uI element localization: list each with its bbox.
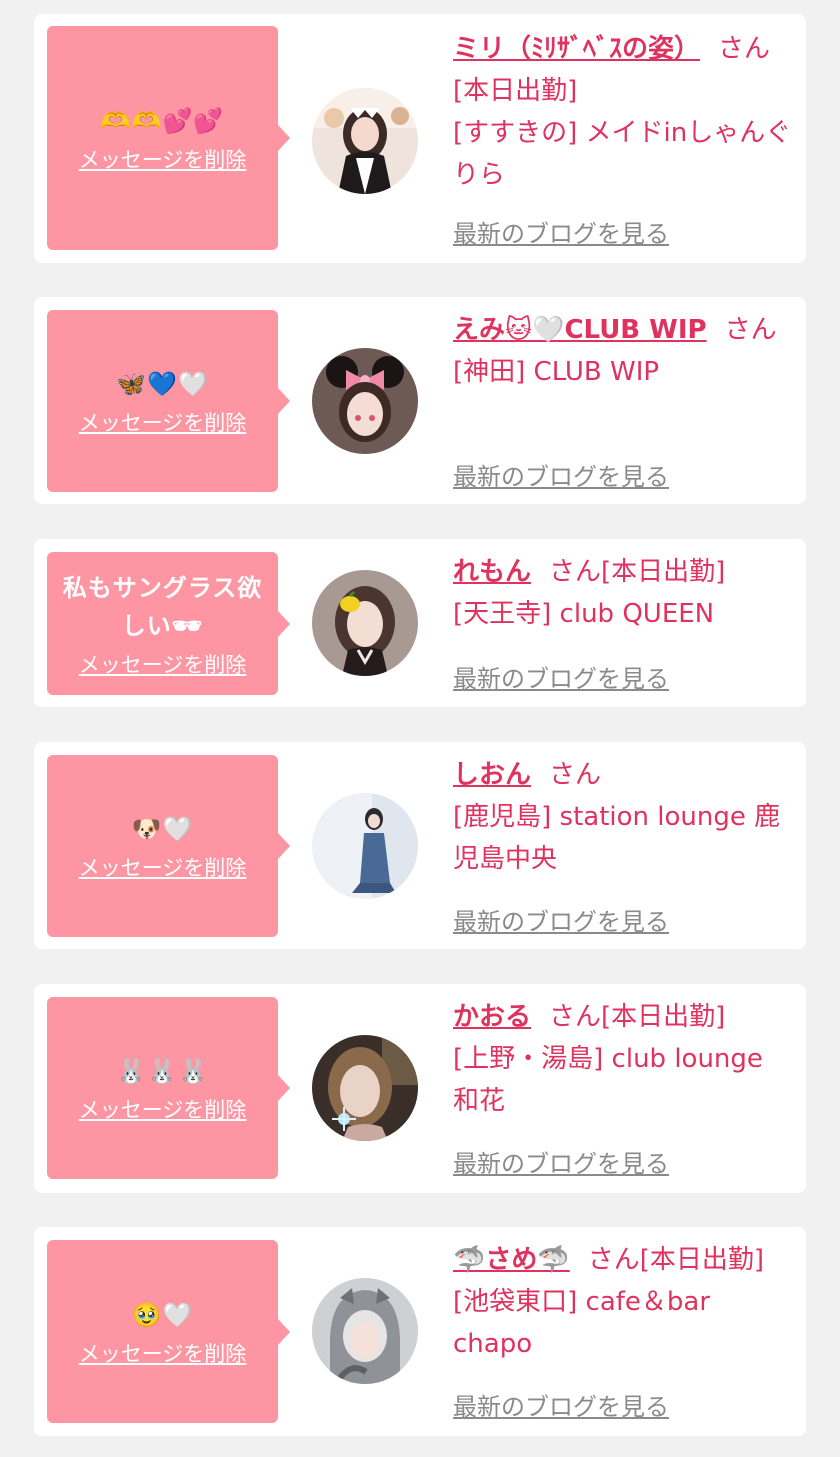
profile-info: かおる さん[本日出勤] [上野・湯島] club lounge 和花	[453, 996, 796, 1122]
profile-name-link[interactable]: えみ🐱🤍CLUB WIP	[453, 315, 707, 345]
message-text: 🦋💙🤍	[116, 370, 209, 398]
delete-message-link[interactable]: メッセージを削除	[79, 407, 247, 437]
message-bubble: 🐶🤍 メッセージを削除	[47, 755, 290, 937]
message-text: 🥹🤍	[131, 1300, 194, 1329]
maid-portrait-icon	[312, 88, 418, 194]
profile-name-link[interactable]: 🦈さめ🦈	[453, 1245, 570, 1275]
message-bubble: 🐰🐰🐰 メッセージを削除	[47, 997, 290, 1179]
favorites-list: 🫶🫶💕💕 メッセージを削除 ミリ（ﾐﾘｻﾞﾍﾞｽの姿） さん[本日出勤] [すすき…	[0, 0, 840, 1457]
dress-portrait-icon	[312, 793, 418, 899]
message-bubble: 🥹🤍 メッセージを削除	[47, 1240, 290, 1423]
message-text: 🫶🫶💕💕	[100, 107, 225, 135]
message-text: 私もサングラス欲しい🕶	[62, 573, 263, 640]
delete-message-link[interactable]: メッセージを削除	[79, 649, 247, 679]
profile-info: えみ🐱🤍CLUB WIP さん [神田] CLUB WIP	[453, 309, 796, 393]
message-text: 🐶🤍	[131, 815, 194, 843]
list-item: 🥹🤍 メッセージを削除 🦈さめ🦈 さん[本日出勤] [池袋東口] cafe＆bar…	[34, 1227, 806, 1436]
delete-message-link[interactable]: メッセージを削除	[79, 852, 247, 882]
honorific-status: さん	[549, 760, 602, 790]
message-bubble: 🫶🫶💕💕 メッセージを削除	[47, 26, 290, 250]
list-item: 🐰🐰🐰 メッセージを削除 かおる さん[本日出勤] [上野・湯島] club lo…	[34, 984, 806, 1193]
list-item: 🫶🫶💕💕 メッセージを削除 ミリ（ﾐﾘｻﾞﾍﾞｽの姿） さん[本日出勤] [すすき…	[34, 14, 806, 263]
latest-blog-link[interactable]: 最新のブログを見る	[453, 659, 669, 694]
delete-message-link[interactable]: メッセージを削除	[79, 1094, 247, 1124]
avatar[interactable]	[312, 1035, 418, 1141]
list-item: 🐶🤍 メッセージを削除 しおん さん [鹿児島] station lounge 鹿…	[34, 742, 806, 949]
shop-info: [天王寺] club QUEEN	[453, 599, 715, 629]
profile-info: れもん さん[本日出勤] [天王寺] club QUEEN	[453, 551, 796, 635]
night-portrait-icon	[312, 1035, 418, 1141]
message-bubble: 🦋💙🤍 メッセージを削除	[47, 310, 290, 492]
honorific-status: さん[本日出勤]	[549, 557, 726, 587]
latest-blog-link[interactable]: 最新のブログを見る	[453, 1144, 669, 1179]
avatar[interactable]	[312, 793, 418, 899]
profile-name-link[interactable]: しおん	[453, 760, 531, 790]
shop-info: [神田] CLUB WIP	[453, 357, 660, 387]
avatar[interactable]	[312, 348, 418, 454]
profile-name-link[interactable]: ミリ（ﾐﾘｻﾞﾍﾞｽの姿）	[453, 34, 700, 64]
profile-info: しおん さん [鹿児島] station lounge 鹿児島中央	[453, 754, 796, 880]
delete-message-link[interactable]: メッセージを削除	[79, 144, 247, 174]
profile-info: ミリ（ﾐﾘｻﾞﾍﾞｽの姿） さん[本日出勤] [すすきの] メイドinしゃんぐりら	[453, 28, 796, 196]
profile-name-link[interactable]: かおる	[453, 1002, 531, 1032]
mouse-ears-portrait-icon	[312, 348, 418, 454]
latest-blog-link[interactable]: 最新のブログを見る	[453, 902, 669, 937]
latest-blog-link[interactable]: 最新のブログを見る	[453, 1387, 669, 1422]
shop-info: [すすきの] メイドinしゃんぐりら	[453, 118, 792, 190]
honorific-status: さん[本日出勤]	[587, 1245, 765, 1275]
profile-name-link[interactable]: れもん	[453, 557, 531, 587]
lemon-portrait-icon	[312, 570, 418, 676]
shop-info: [鹿児島] station lounge 鹿児島中央	[453, 802, 781, 874]
message-text: 🐰🐰🐰	[116, 1057, 209, 1085]
list-item: 🦋💙🤍 メッセージを削除 えみ🐱🤍CLUB WIP さん [神田] CLUB WI…	[34, 297, 806, 504]
shop-info: [上野・湯島] club lounge 和花	[453, 1044, 763, 1116]
shop-info: [池袋東口] cafe＆bar chapo	[453, 1287, 711, 1359]
avatar[interactable]	[312, 88, 418, 194]
avatar[interactable]	[312, 570, 418, 676]
latest-blog-link[interactable]: 最新のブログを見る	[453, 457, 669, 492]
delete-message-link[interactable]: メッセージを削除	[79, 1338, 247, 1368]
profile-info: 🦈さめ🦈 さん[本日出勤] [池袋東口] cafe＆bar chapo	[453, 1239, 796, 1365]
honorific-status: さん[本日出勤]	[549, 1002, 726, 1032]
avatar[interactable]	[312, 1278, 418, 1384]
honorific-status: さん	[724, 315, 777, 345]
latest-blog-link[interactable]: 最新のブログを見る	[453, 214, 669, 249]
message-bubble: 私もサングラス欲しい🕶 メッセージを削除	[47, 552, 290, 695]
list-item: 私もサングラス欲しい🕶 メッセージを削除 れもん さん[本日出勤] [天王寺] c…	[34, 539, 806, 707]
shark-hood-portrait-icon	[312, 1278, 418, 1384]
